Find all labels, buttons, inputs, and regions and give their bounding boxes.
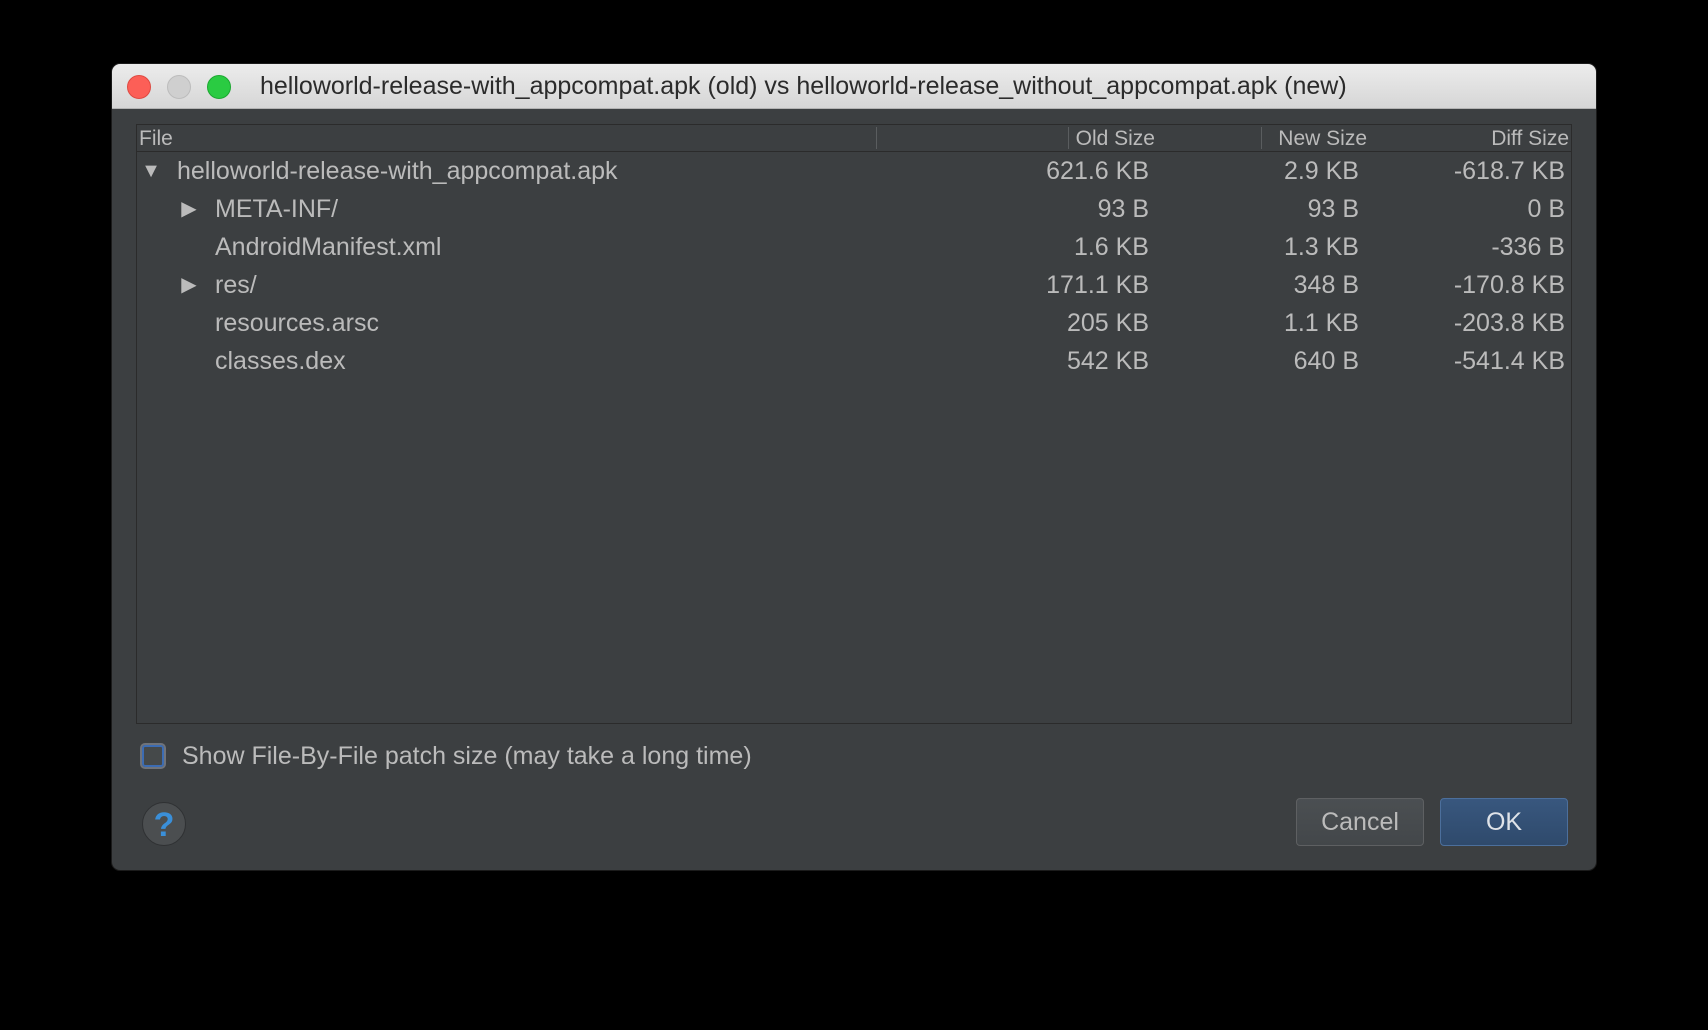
old-size: 93 B xyxy=(1097,195,1149,223)
minimize-window-button[interactable] xyxy=(167,75,191,99)
diff-size: 0 B xyxy=(1527,195,1565,223)
diff-size: -336 B xyxy=(1491,233,1565,261)
ok-button[interactable]: OK xyxy=(1440,798,1568,846)
diff-size: -203.8 KB xyxy=(1453,309,1565,337)
collapse-arrow-icon[interactable]: ▼ xyxy=(139,152,163,190)
apk-diff-table: File Old Size New Size Diff Size ▼ hello… xyxy=(136,124,1572,724)
diff-size: -170.8 KB xyxy=(1453,271,1565,299)
old-size: 542 KB xyxy=(1066,347,1149,375)
column-divider[interactable] xyxy=(1068,127,1069,149)
table-row[interactable]: ▶ META-INF/ 93 B 93 B 0 B xyxy=(137,190,1571,228)
file-by-file-label[interactable]: Show File-By-File patch size (may take a… xyxy=(182,742,752,771)
close-window-button[interactable] xyxy=(127,75,151,99)
column-divider[interactable] xyxy=(1261,127,1262,149)
file-name: res/ xyxy=(215,271,257,299)
help-icon[interactable]: ? xyxy=(142,802,186,846)
column-header-old-size[interactable]: Old Size xyxy=(943,125,1155,151)
column-header-file[interactable]: File xyxy=(139,125,173,151)
new-size: 1.3 KB xyxy=(1283,233,1359,261)
dialog-window: helloworld-release-with_appcompat.apk (o… xyxy=(112,64,1596,870)
title-bar[interactable]: helloworld-release-with_appcompat.apk (o… xyxy=(112,64,1596,109)
old-size: 171.1 KB xyxy=(1046,271,1149,299)
zoom-window-button[interactable] xyxy=(207,75,231,99)
table-row[interactable]: ▼ helloworld-release-with_appcompat.apk … xyxy=(137,152,1571,190)
new-size: 93 B xyxy=(1307,195,1359,223)
table-body: ▼ helloworld-release-with_appcompat.apk … xyxy=(137,152,1571,380)
diff-size: -618.7 KB xyxy=(1453,157,1565,185)
column-header-diff-size[interactable]: Diff Size xyxy=(1365,125,1569,151)
new-size: 1.1 KB xyxy=(1283,309,1359,337)
file-name: helloworld-release-with_appcompat.apk xyxy=(177,157,618,185)
old-size: 621.6 KB xyxy=(1046,157,1149,185)
diff-size: -541.4 KB xyxy=(1453,347,1565,375)
file-name: META-INF/ xyxy=(215,195,339,223)
file-name: classes.dex xyxy=(215,347,346,375)
file-name: resources.arsc xyxy=(215,309,379,337)
table-header: File Old Size New Size Diff Size xyxy=(137,125,1571,152)
new-size: 2.9 KB xyxy=(1283,157,1359,185)
file-name: AndroidManifest.xml xyxy=(215,233,442,261)
window-title: helloworld-release-with_appcompat.apk (o… xyxy=(260,72,1347,100)
new-size: 640 B xyxy=(1293,347,1359,375)
old-size: 205 KB xyxy=(1066,309,1149,337)
table-row[interactable]: AndroidManifest.xml 1.6 KB 1.3 KB -336 B xyxy=(137,228,1571,266)
new-size: 348 B xyxy=(1293,271,1359,299)
column-divider[interactable] xyxy=(876,127,877,149)
table-row[interactable]: classes.dex 542 KB 640 B -541.4 KB xyxy=(137,342,1571,380)
expand-arrow-icon[interactable]: ▶ xyxy=(177,190,201,228)
table-row[interactable]: resources.arsc 205 KB 1.1 KB -203.8 KB xyxy=(137,304,1571,342)
file-by-file-checkbox[interactable] xyxy=(140,743,166,769)
cancel-button[interactable]: Cancel xyxy=(1296,798,1424,846)
file-by-file-option[interactable]: Show File-By-File patch size (may take a… xyxy=(140,736,752,776)
expand-arrow-icon[interactable]: ▶ xyxy=(177,266,201,304)
old-size: 1.6 KB xyxy=(1073,233,1149,261)
table-row[interactable]: ▶ res/ 171.1 KB 348 B -170.8 KB xyxy=(137,266,1571,304)
